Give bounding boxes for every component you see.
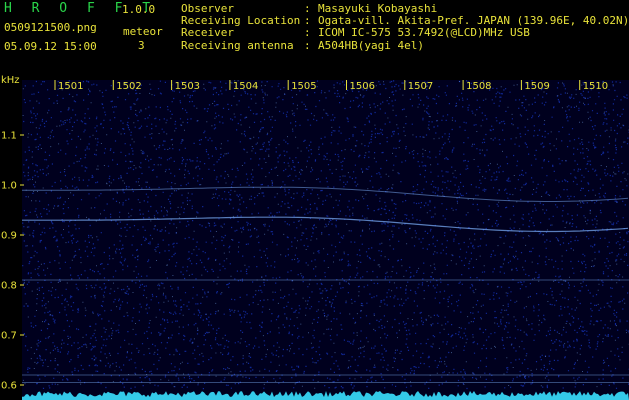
info-row-antenna: Receiving antenna: A504HB(yagi 4el) bbox=[181, 38, 629, 52]
minute-label: 1501 bbox=[58, 81, 83, 92]
spectrogram-plot: kHz 1.1 1.0 0.9 0.8 0.7 0.6 1501 1502 1503 1504 15… bbox=[1, 75, 629, 400]
capture-datetime: 05.09.12 15:00 bbox=[4, 40, 97, 53]
minute-label: 1508 bbox=[466, 81, 491, 92]
y-tick-label: 0.7 bbox=[1, 331, 17, 342]
info-value: Ogata-vill. Akita-Pref. JAPAN (139.96E, … bbox=[318, 14, 629, 28]
app-version: 1.0.0 bbox=[122, 3, 156, 16]
minute-label: 1503 bbox=[175, 81, 200, 92]
minute-label: 1507 bbox=[408, 81, 433, 92]
station-info: Observer: Masayuki Kobayashi Receiving Lo… bbox=[181, 2, 629, 52]
info-value: Masayuki Kobayashi bbox=[318, 2, 438, 15]
minute-label: 1509 bbox=[524, 81, 549, 92]
info-separator: : bbox=[304, 38, 311, 52]
meteor-label: meteor bbox=[123, 25, 163, 38]
y-axis: kHz 1.1 1.0 0.9 0.8 0.7 0.6 bbox=[1, 75, 24, 392]
hroft-window: H R O F F T 1.0.0 0509121500.png 05.09.1… bbox=[0, 0, 629, 400]
y-tick-label: 1.0 bbox=[1, 181, 17, 192]
y-tick-label: 0.8 bbox=[1, 281, 17, 292]
meteor-count: 3 bbox=[138, 39, 145, 52]
info-key: Receiving antenna bbox=[181, 38, 294, 52]
minute-label: 1502 bbox=[116, 81, 141, 92]
y-tick-label: 0.6 bbox=[1, 381, 17, 392]
minute-label: 1505 bbox=[291, 81, 316, 92]
y-tick-label: 0.9 bbox=[1, 231, 17, 242]
y-axis-unit: kHz bbox=[1, 75, 20, 86]
y-tick-label: 1.1 bbox=[1, 131, 17, 142]
minute-label: 1504 bbox=[233, 81, 258, 92]
minute-label: 1506 bbox=[350, 81, 375, 92]
minute-label: 1510 bbox=[583, 81, 608, 92]
spectrogram-background bbox=[22, 80, 629, 400]
info-key: Receiver bbox=[181, 26, 234, 40]
image-filename: 0509121500.png bbox=[4, 21, 97, 34]
info-value: A504HB(yagi 4el) bbox=[318, 38, 424, 52]
info-separator: : bbox=[304, 26, 311, 40]
info-value: ICOM IC-575 53.7492(@LCD)MHz USB bbox=[318, 26, 530, 40]
